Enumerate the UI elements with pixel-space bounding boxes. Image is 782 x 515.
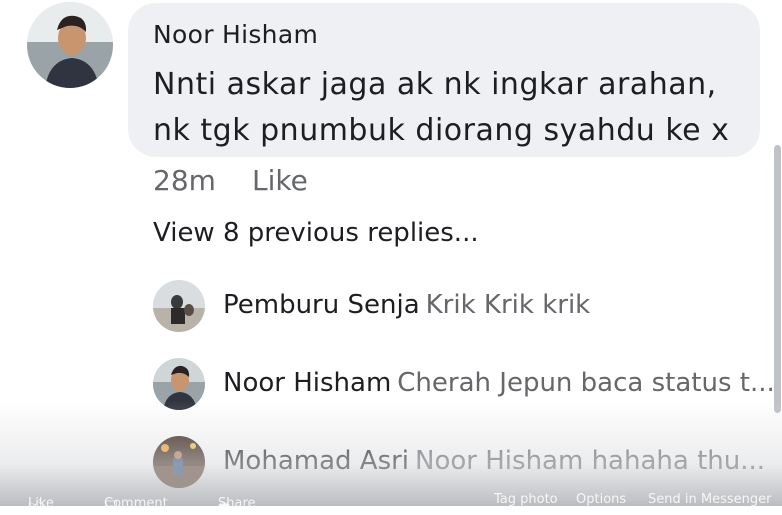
reply-content: Noor Hisham Cherah Jepun baca status t... bbox=[223, 368, 775, 398]
like-button[interactable]: Like bbox=[252, 164, 308, 197]
options-action[interactable]: Options bbox=[576, 492, 626, 507]
view-previous-replies-link[interactable]: View 8 previous replies... bbox=[153, 218, 479, 248]
avatar-photo bbox=[153, 358, 205, 410]
share-action-label: Share bbox=[218, 496, 256, 511]
comment-action-label: Comment bbox=[104, 496, 168, 511]
reply-content: Pemburu Senja Krik Krik krik bbox=[223, 290, 590, 320]
scrollbar[interactable] bbox=[774, 145, 781, 413]
comment-timestamp[interactable]: 28m bbox=[153, 164, 216, 197]
send-in-messenger-action[interactable]: Send in Messenger bbox=[648, 492, 771, 507]
reply-avatar[interactable] bbox=[153, 436, 205, 488]
reply-text: Cherah Jepun baca status t... bbox=[397, 368, 775, 398]
reply-avatar[interactable] bbox=[153, 280, 205, 332]
reply-text: Noor Hisham hahaha thu... bbox=[415, 446, 766, 476]
commenter-avatar[interactable] bbox=[27, 2, 113, 88]
tag-photo-action[interactable]: Tag photo bbox=[494, 492, 558, 507]
photo-action-bar: 👍︎ Like □ Comment ➦ Share Tag photo Opti… bbox=[0, 488, 782, 514]
reply-item[interactable]: Noor Hisham Cherah Jepun baca status t... bbox=[153, 358, 775, 412]
reply-author-name[interactable]: Mohamad Asri bbox=[223, 446, 409, 476]
reply-text: Krik Krik krik bbox=[425, 290, 591, 320]
reply-author-name[interactable]: Noor Hisham bbox=[223, 368, 391, 398]
reply-item[interactable]: Mohamad Asri Noor Hisham hahaha thu... bbox=[153, 436, 773, 490]
like-action-label: Like bbox=[28, 496, 54, 511]
avatar-photo bbox=[27, 2, 113, 88]
reply-content: Mohamad Asri Noor Hisham hahaha thu... bbox=[223, 446, 765, 476]
comment-text: Nnti askar jaga ak nk ingkar arahan, nk … bbox=[153, 67, 730, 148]
reply-avatar[interactable] bbox=[153, 358, 205, 410]
avatar-photo bbox=[153, 280, 205, 332]
reply-author-name[interactable]: Pemburu Senja bbox=[223, 290, 420, 320]
reply-item[interactable]: Pemburu Senja Krik Krik krik bbox=[153, 280, 773, 334]
avatar-photo bbox=[153, 436, 205, 488]
comment-author-name[interactable]: Noor Hisham bbox=[153, 20, 318, 49]
